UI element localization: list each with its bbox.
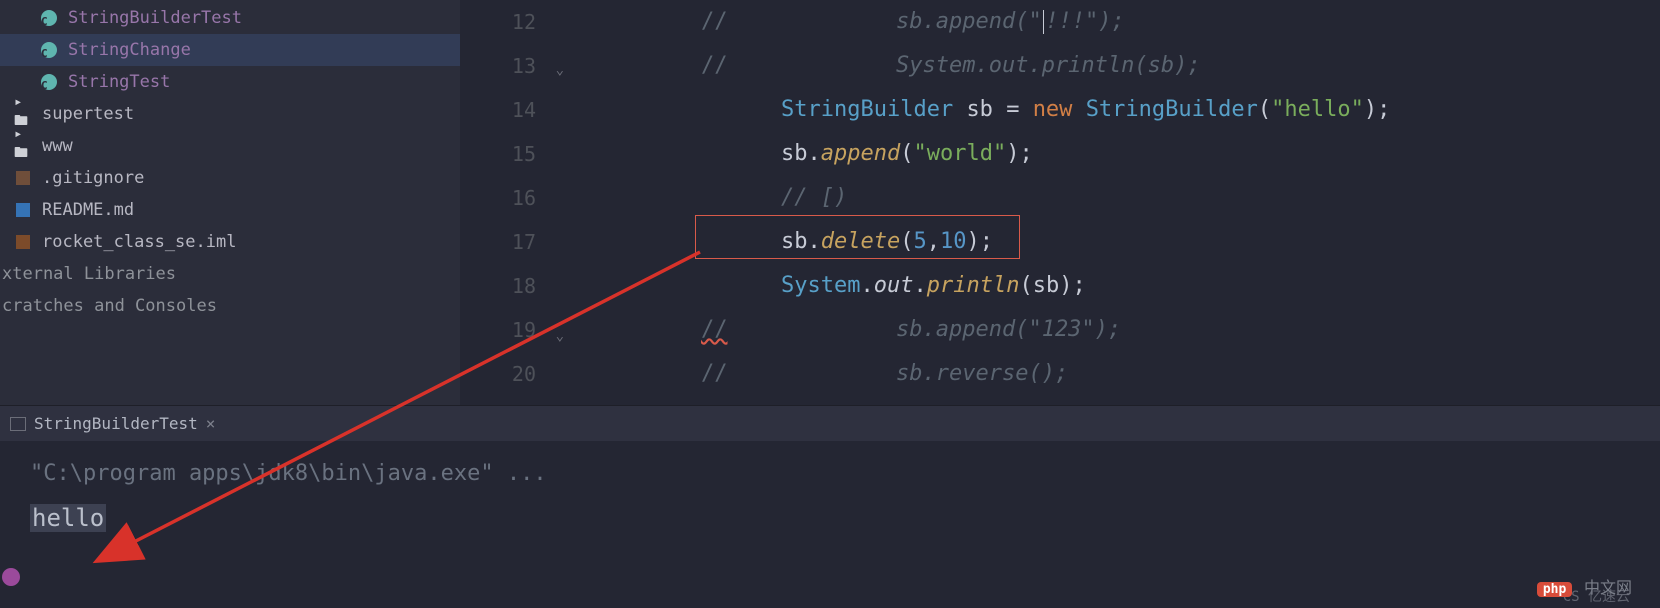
tree-item-label: StringChange bbox=[68, 40, 191, 60]
iml-icon bbox=[14, 233, 32, 251]
tree-item[interactable]: StringBuilderTest bbox=[0, 2, 460, 34]
line-number: 12 bbox=[460, 0, 536, 44]
code-line[interactable]: // [) bbox=[570, 176, 1660, 220]
breakpoint-icon bbox=[2, 568, 20, 586]
class-icon bbox=[40, 73, 58, 91]
run-tool-tab-bar[interactable]: StringBuilderTest × bbox=[0, 405, 1660, 441]
code-line[interactable]: //sb.append("!!!"); bbox=[570, 0, 1660, 44]
console-output[interactable]: "C:\program apps\jdk8\bin\java.exe" ... … bbox=[0, 441, 1660, 608]
class-icon bbox=[40, 41, 58, 59]
class-icon bbox=[40, 9, 58, 27]
tree-item-label: rocket_class_se.iml bbox=[42, 232, 236, 252]
tree-item[interactable]: README.md bbox=[0, 194, 460, 226]
tree-item[interactable]: .gitignore bbox=[0, 162, 460, 194]
tree-root[interactable]: cratches and Consoles bbox=[0, 290, 460, 322]
fold-icon[interactable]: ⌄ bbox=[556, 314, 564, 358]
code-line[interactable]: //sb.reverse(); bbox=[570, 352, 1660, 396]
folder-icon: ▸ 🖿 bbox=[14, 105, 32, 123]
line-number: 19 bbox=[460, 308, 536, 352]
line-number: 18 bbox=[460, 264, 536, 308]
code-line[interactable]: System.out.println(sb); bbox=[570, 264, 1660, 308]
line-number: 16 bbox=[460, 176, 536, 220]
close-icon[interactable]: × bbox=[206, 414, 216, 433]
tree-item[interactable]: StringChange bbox=[0, 34, 460, 66]
gitignore-icon bbox=[14, 169, 32, 187]
watermark-cn: 中文网 bbox=[1584, 578, 1632, 597]
console-command: "C:\program apps\jdk8\bin\java.exe" ... bbox=[30, 461, 1648, 486]
run-tab[interactable]: StringBuilderTest × bbox=[10, 414, 215, 433]
tree-item-label: README.md bbox=[42, 200, 134, 220]
line-gutter: 121314151617181920 ⌄ ⌄ bbox=[460, 0, 570, 405]
tree-item-label: supertest bbox=[42, 104, 134, 124]
code-line[interactable]: //sb.append("123"); bbox=[570, 308, 1660, 352]
tree-item[interactable]: rocket_class_se.iml bbox=[0, 226, 460, 258]
code-editor[interactable]: 121314151617181920 ⌄ ⌄ //sb.append("!!!");… bbox=[460, 0, 1660, 405]
console-stdout: hello bbox=[30, 504, 106, 532]
line-number: 13 bbox=[460, 44, 536, 88]
line-number: 17 bbox=[460, 220, 536, 264]
fold-icon[interactable]: ⌄ bbox=[556, 48, 564, 92]
watermark-brand: php bbox=[1537, 582, 1572, 597]
tree-item[interactable]: ▸ 🖿 www bbox=[0, 130, 460, 162]
readme-icon bbox=[14, 201, 32, 219]
tree-item-label: StringBuilderTest bbox=[68, 8, 242, 28]
run-tab-label: StringBuilderTest bbox=[34, 414, 198, 433]
code-line[interactable]: StringBuilder sb = new StringBuilder("he… bbox=[570, 88, 1660, 132]
line-number: 20 bbox=[460, 352, 536, 396]
tree-item-label: www bbox=[42, 136, 73, 156]
folder-icon: ▸ 🖿 bbox=[14, 137, 32, 155]
code-line[interactable]: sb.delete(5,10); bbox=[570, 220, 1660, 264]
tree-item[interactable]: ▸ 🖿 supertest bbox=[0, 98, 460, 130]
watermark: php 中文网 bbox=[1537, 574, 1632, 598]
tree-root[interactable]: xternal Libraries bbox=[0, 258, 460, 290]
code-line[interactable]: //System.out.println(sb); bbox=[570, 44, 1660, 88]
terminal-icon bbox=[10, 417, 26, 431]
tree-item[interactable]: StringTest bbox=[0, 66, 460, 98]
line-number: 14 bbox=[460, 88, 536, 132]
tree-item-label: StringTest bbox=[68, 72, 170, 92]
code-area[interactable]: //sb.append("!!!");//System.out.println(… bbox=[570, 0, 1660, 405]
tree-item-label: .gitignore bbox=[42, 168, 144, 188]
line-number: 15 bbox=[460, 132, 536, 176]
project-tree[interactable]: StringBuilderTest StringChange StringTest ▸… bbox=[0, 0, 460, 405]
code-line[interactable]: sb.append("world"); bbox=[570, 132, 1660, 176]
